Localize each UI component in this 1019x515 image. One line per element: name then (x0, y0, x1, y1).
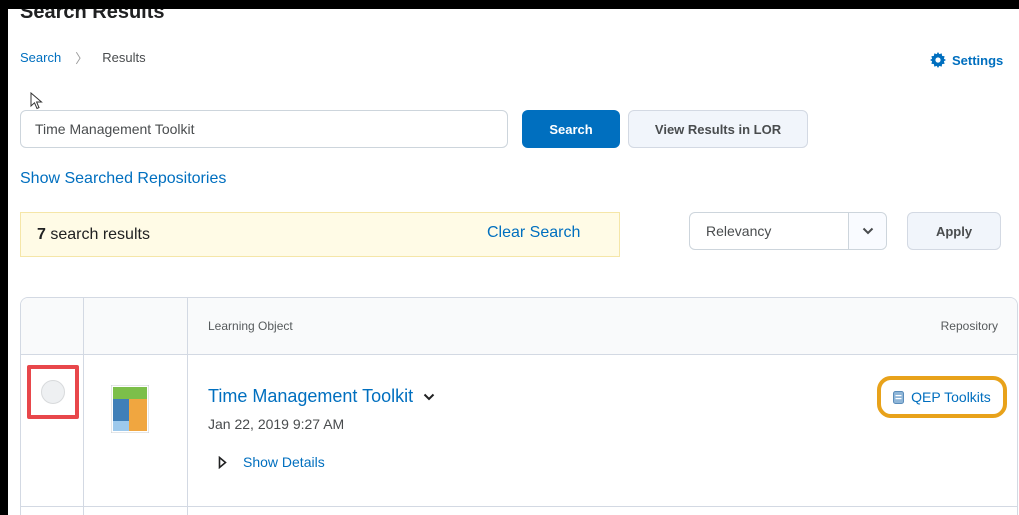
item-thumbnail-icon[interactable] (111, 385, 149, 433)
sort-dropdown-toggle[interactable] (848, 213, 886, 249)
learning-object-title: Time Management Toolkit (208, 386, 414, 406)
row-select-radio[interactable] (41, 380, 65, 404)
settings-button[interactable]: Settings (930, 52, 1003, 68)
cursor-icon (30, 92, 43, 110)
title-clip: Search Results (8, 9, 308, 25)
show-details-label: Show Details (243, 454, 325, 470)
learning-object-date: Jan 22, 2019 9:27 AM (208, 416, 345, 432)
gear-icon (930, 52, 946, 68)
results-count-suffix: search results (45, 225, 150, 243)
repository-name: QEP Toolkits (911, 389, 991, 405)
settings-label: Settings (952, 52, 1004, 68)
table-header: Learning Object Repository (21, 298, 1017, 355)
window-frame-left (0, 0, 8, 515)
header-repository: Repository (940, 319, 998, 333)
repository-link[interactable]: QEP Toolkits (877, 376, 1007, 418)
chevron-down-icon (862, 227, 873, 235)
breadcrumb-separator-icon: 〉 (75, 51, 89, 66)
breadcrumb-search-link[interactable]: Search (20, 50, 61, 65)
show-searched-repositories-link[interactable]: Show Searched Repositories (20, 170, 226, 188)
chevron-down-icon[interactable] (423, 393, 435, 401)
caret-right-icon (218, 455, 227, 469)
results-count: 7 (37, 225, 46, 243)
column-divider (83, 298, 84, 515)
row-select-highlight (27, 365, 79, 419)
results-table: Learning Object Repository Time Manageme… (20, 297, 1018, 515)
search-button[interactable]: Search (522, 110, 620, 148)
sort-select[interactable]: Relevancy (689, 212, 887, 250)
column-divider (187, 298, 188, 515)
view-results-in-lor-button[interactable]: View Results in LOR (628, 110, 808, 148)
clear-search-link[interactable]: Clear Search (487, 224, 580, 242)
results-count-text: 7 search results (37, 226, 150, 244)
apply-button[interactable]: Apply (907, 212, 1001, 250)
learning-object-title-link[interactable]: Time Management Toolkit (208, 386, 435, 407)
sort-selected-value: Relevancy (706, 223, 772, 239)
header-learning-object: Learning Object (208, 319, 293, 333)
breadcrumb: Search 〉 Results (20, 48, 146, 67)
window-frame-top (0, 0, 1019, 9)
results-alert: 7 search results Clear Search (20, 212, 620, 257)
page-title: Search Results (20, 9, 165, 22)
repository-icon (893, 390, 905, 404)
breadcrumb-current: Results (102, 50, 146, 65)
row-divider (21, 506, 1017, 507)
show-details-toggle[interactable]: Show Details (218, 454, 325, 470)
search-input[interactable] (20, 110, 508, 148)
